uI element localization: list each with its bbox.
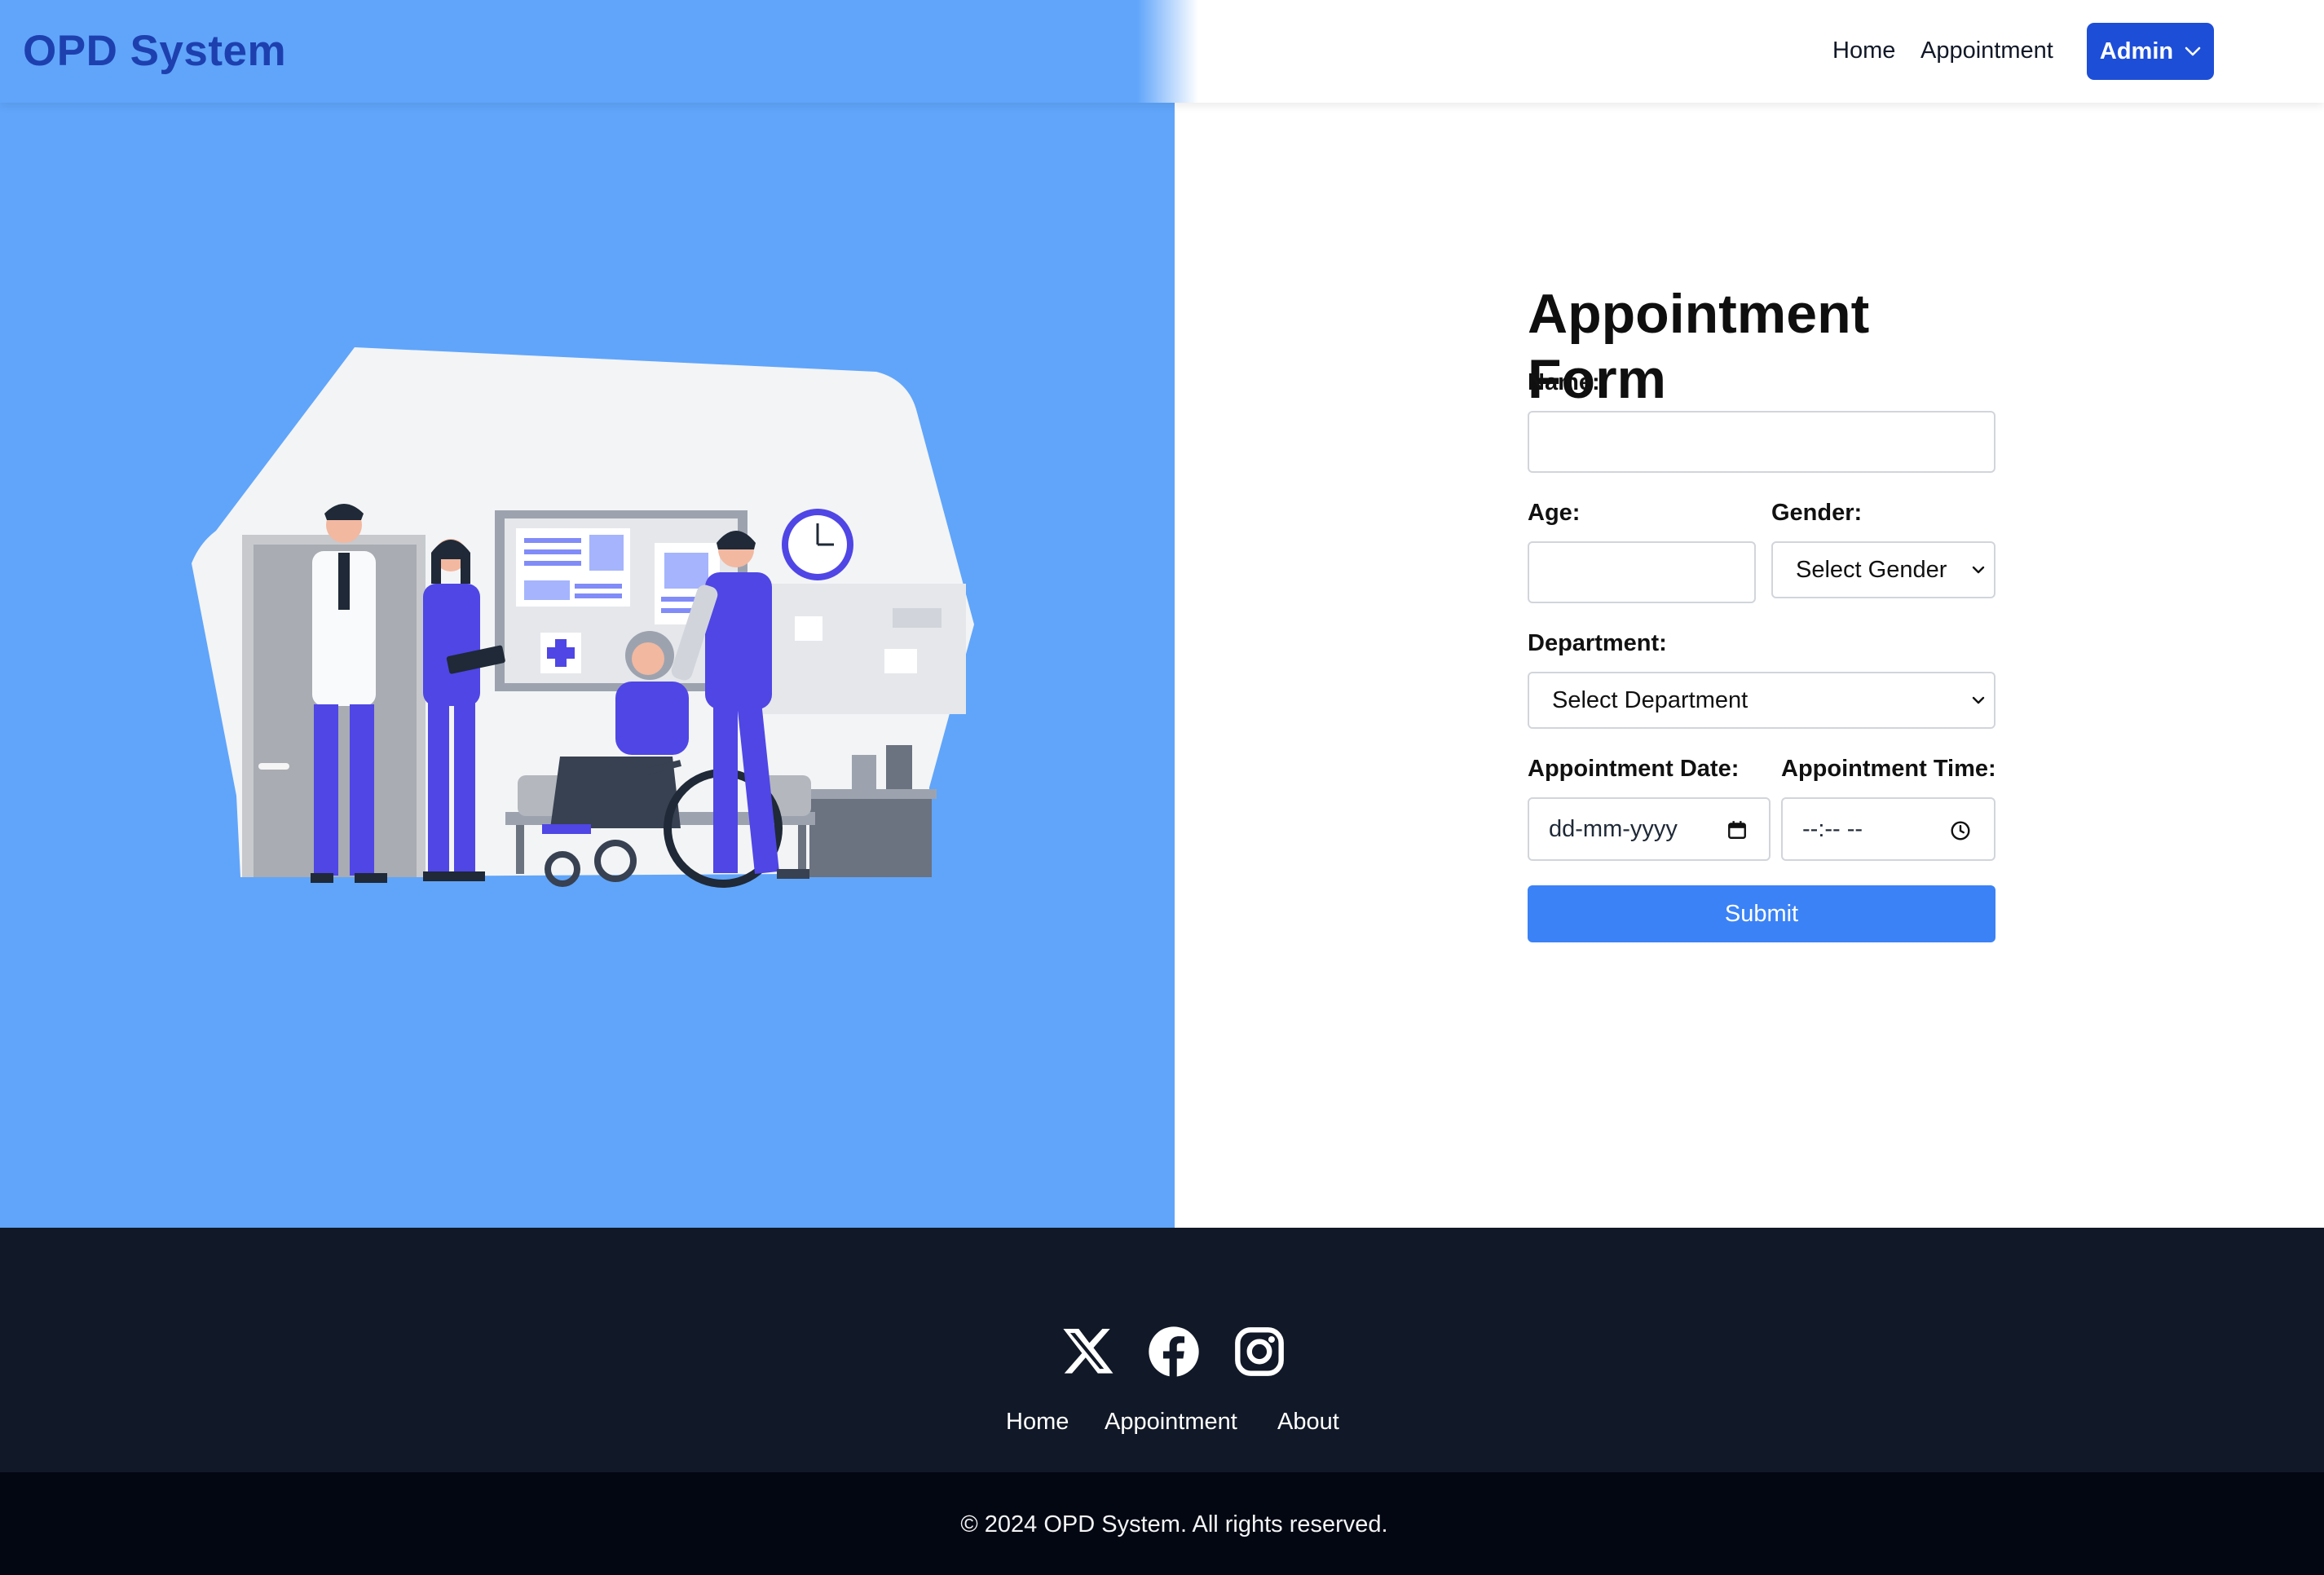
clock-icon[interactable]: [1950, 820, 1971, 841]
footer-about-link[interactable]: About: [1277, 1407, 1339, 1436]
department-select[interactable]: Select Department: [1528, 672, 1995, 729]
admin-dropdown-button[interactable]: Admin: [2087, 23, 2214, 80]
nav-appointment-link[interactable]: Appointment: [1920, 34, 2053, 67]
chevron-down-icon: [1972, 566, 1985, 574]
department-label: Department:: [1528, 630, 1667, 656]
chevron-down-icon: [1972, 696, 1985, 704]
appointment-date-input[interactable]: dd-mm-yyyy: [1528, 797, 1771, 861]
name-input[interactable]: [1528, 411, 1995, 473]
appointment-time-label: Appointment Time:: [1781, 756, 1996, 782]
age-input[interactable]: [1528, 541, 1756, 603]
instagram-icon[interactable]: [1233, 1326, 1285, 1378]
hospital-staff-illustration: [192, 347, 974, 888]
appointment-time-input[interactable]: --:-- --: [1781, 797, 1995, 861]
footer-home-link[interactable]: Home: [1006, 1407, 1069, 1436]
copyright-text: © 2024 OPD System. All rights reserved.: [960, 1511, 1388, 1538]
footer-appointment-link[interactable]: Appointment: [1105, 1407, 1237, 1436]
form-title: Appointment Form: [1528, 283, 1870, 410]
date-placeholder: dd-mm-yyyy: [1549, 816, 1678, 842]
brand-logo-text[interactable]: OPD System: [23, 24, 286, 78]
x-icon[interactable]: [1061, 1326, 1113, 1378]
gender-select[interactable]: Select Gender: [1771, 541, 1995, 598]
calendar-icon[interactable]: [1726, 819, 1748, 840]
age-label: Age:: [1528, 500, 1581, 526]
chevron-down-icon: [2185, 46, 2201, 56]
submit-button[interactable]: Submit: [1528, 885, 1995, 942]
admin-button-label: Admin: [2099, 38, 2174, 64]
gender-label: Gender:: [1771, 500, 1863, 526]
name-label: Name:: [1528, 369, 1600, 395]
appointment-date-label: Appointment Date:: [1528, 756, 1740, 782]
nav-home-link[interactable]: Home: [1832, 34, 1895, 67]
gender-select-value: Select Gender: [1796, 556, 1947, 583]
facebook-icon[interactable]: [1148, 1326, 1200, 1378]
hero-illustration-panel: [0, 103, 1175, 1228]
time-placeholder: --:-- --: [1802, 816, 1863, 842]
department-select-value: Select Department: [1552, 686, 1749, 713]
top-navbar: OPD System Home Appointment Admin: [0, 0, 2324, 103]
